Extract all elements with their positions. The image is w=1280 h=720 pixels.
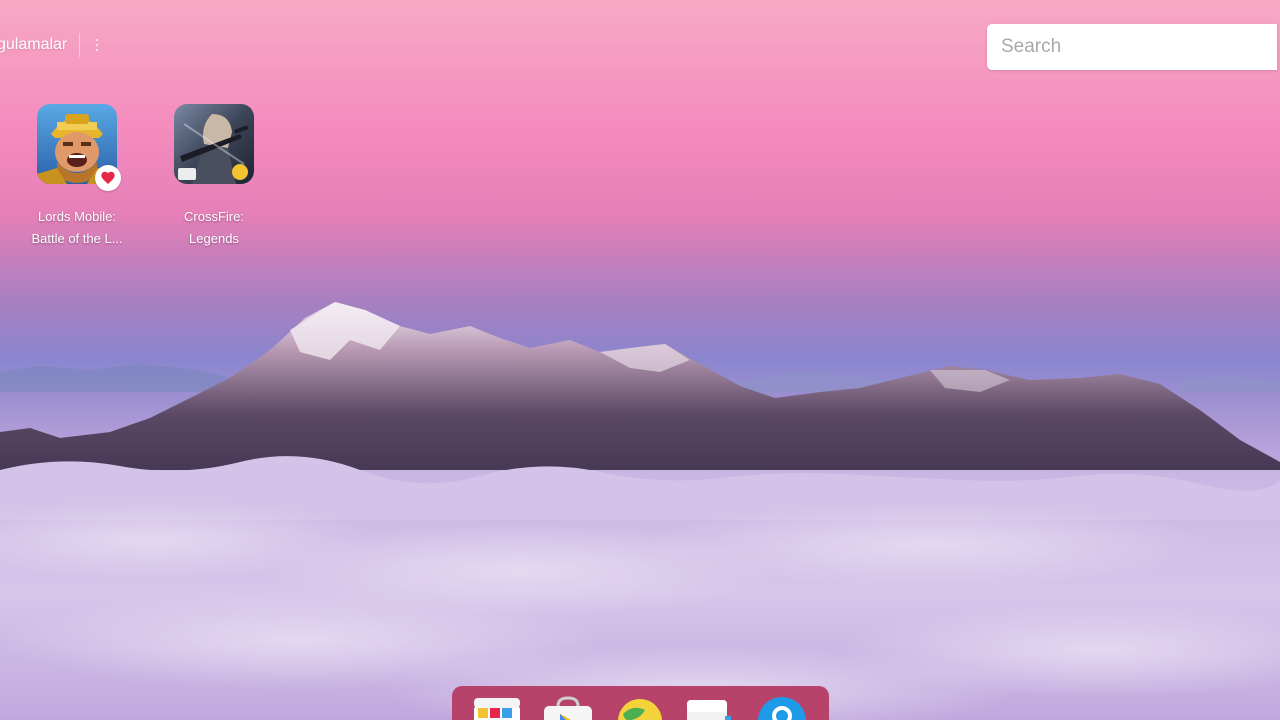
play-store-icon[interactable] xyxy=(542,696,592,720)
help-icon[interactable] xyxy=(757,696,807,720)
app-label-line2: Battle of the L... xyxy=(31,231,123,246)
app-label-line2: Legends xyxy=(189,231,239,246)
app-label-line1: CrossFire: xyxy=(184,209,244,224)
app-center-icon[interactable] xyxy=(472,696,522,720)
desktop: gulamalar Search Lords Mobile: Battle of… xyxy=(0,0,1280,720)
browser-globe-icon[interactable] xyxy=(615,696,665,720)
crossfire-legends-icon xyxy=(174,104,254,184)
search-box[interactable] xyxy=(987,24,1277,70)
more-options-icon[interactable] xyxy=(92,35,102,55)
title-divider xyxy=(79,33,81,57)
file-manager-icon[interactable] xyxy=(685,696,735,720)
favorite-heart-icon xyxy=(95,165,121,191)
dock xyxy=(452,686,829,720)
search-input[interactable] xyxy=(987,35,1263,59)
app-label-line1: Lords Mobile: xyxy=(37,209,117,224)
topbar-left: gulamalar xyxy=(0,30,102,60)
app-icon-crossfire-legends[interactable]: CrossFire: Legends xyxy=(164,104,264,250)
app-title: gulamalar xyxy=(0,36,68,53)
